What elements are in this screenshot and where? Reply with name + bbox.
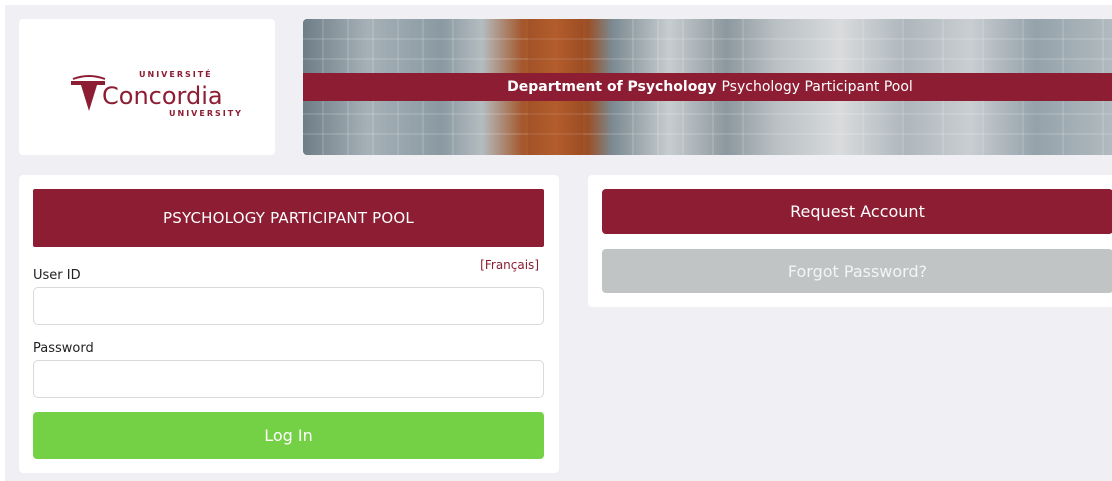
concordia-logo: UNIVERSITÉ Concordia UNIVERSITY: [71, 69, 243, 118]
logo-top-text: UNIVERSITÉ: [139, 69, 213, 79]
password-label: Password: [33, 341, 94, 356]
banner-title-strip: Department of Psychology Psychology Part…: [303, 73, 1112, 101]
logo-emblem-icon: [71, 81, 105, 111]
header-banner: Department of Psychology Psychology Part…: [303, 19, 1112, 155]
login-card: PSYCHOLOGY PARTICIPANT POOL [Français] U…: [19, 175, 559, 473]
forgot-password-button[interactable]: Forgot Password?: [602, 249, 1112, 293]
pool-name: Psychology Participant Pool: [721, 79, 913, 95]
request-account-button[interactable]: Request Account: [602, 189, 1112, 234]
userid-input[interactable]: [33, 287, 544, 325]
account-actions-card: Request Account Forgot Password?: [588, 175, 1112, 307]
page-background: UNIVERSITÉ Concordia UNIVERSITY Departme…: [5, 5, 1112, 481]
logo-bottom-text: UNIVERSITY: [169, 109, 243, 118]
logo-name: Concordia: [102, 82, 223, 110]
logo-card: UNIVERSITÉ Concordia UNIVERSITY: [19, 19, 275, 155]
language-toggle-link[interactable]: [Français]: [480, 258, 539, 272]
department-name: Department of Psychology: [507, 79, 717, 95]
password-input[interactable]: [33, 360, 544, 398]
login-header: PSYCHOLOGY PARTICIPANT POOL: [33, 189, 544, 247]
login-button[interactable]: Log In: [33, 412, 544, 459]
userid-label: User ID: [33, 268, 81, 283]
